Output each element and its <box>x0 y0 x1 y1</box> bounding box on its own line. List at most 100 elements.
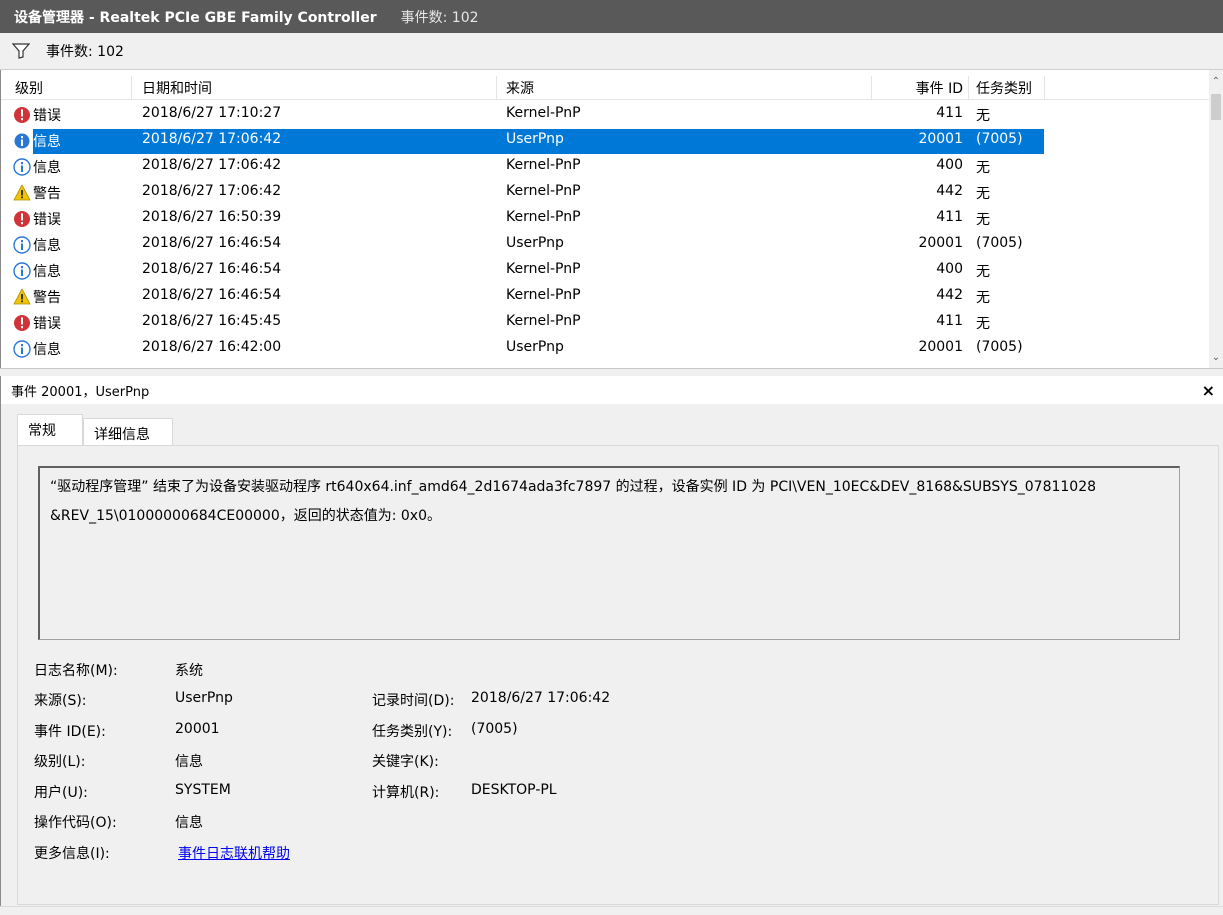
computer-label: 计算机(R): <box>372 785 440 801</box>
level-cell: 信息 <box>33 160 61 176</box>
description-line-2: &REV_15\01000000684CE00000，返回的状态值为: 0x0。 <box>50 508 442 524</box>
level-cell: 信息 <box>33 342 61 358</box>
info-icon <box>13 262 31 280</box>
column-header-task[interactable]: 任务类别 <box>976 78 1032 98</box>
task-category-label: 任务类别(Y): <box>372 724 453 740</box>
table-row[interactable]: 错误 2018/6/27 17:10:27 Kernel-PnP 411 无 <box>1 102 1210 128</box>
event-list[interactable]: 级别 日期和时间 来源 事件 ID 任务类别 错误 2018/6/27 17:10… <box>0 70 1223 368</box>
task-category-cell: 无 <box>976 264 990 280</box>
column-header-event-id[interactable]: 事件 ID <box>895 78 963 98</box>
table-row[interactable]: 信息 2018/6/27 16:46:54 UserPnp 20001 (7005) <box>1 232 1210 258</box>
user-label: 用户(U): <box>34 785 88 801</box>
source-cell: Kernel-PnP <box>506 313 581 329</box>
event-detail-header: 事件 20001，UserPnp × <box>0 376 1223 404</box>
scrollbar-thumb[interactable] <box>1211 94 1221 120</box>
column-divider[interactable] <box>968 76 969 100</box>
log-name-value[interactable]: 系统 <box>175 660 203 680</box>
error-icon <box>13 314 31 332</box>
event-id-cell: 411 <box>936 105 963 121</box>
datetime-cell: 2018/6/27 16:45:45 <box>142 313 282 329</box>
column-header-source[interactable]: 来源 <box>506 78 534 98</box>
event-id-cell: 20001 <box>918 235 963 251</box>
event-id-cell: 20001 <box>918 339 963 355</box>
task-category-value[interactable]: (7005) <box>471 721 518 737</box>
datetime-cell: 2018/6/27 17:06:42 <box>142 157 282 173</box>
column-divider[interactable] <box>871 76 872 100</box>
event-description[interactable]: “驱动程序管理” 结束了为设备安装驱动程序 rt640x64.inf_amd64… <box>38 466 1180 640</box>
table-row[interactable]: 信息 2018/6/27 17:06:42 Kernel-PnP 400 无 <box>1 154 1210 180</box>
description-line-1: “驱动程序管理” 结束了为设备安装驱动程序 rt640x64.inf_amd64… <box>50 479 1097 495</box>
online-help-link[interactable]: 事件日志联机帮助 <box>178 843 290 863</box>
datetime-cell: 2018/6/27 17:10:27 <box>142 105 282 121</box>
source-cell: Kernel-PnP <box>506 183 581 199</box>
info-icon <box>13 158 31 176</box>
event-id-cell: 442 <box>936 287 963 303</box>
info-icon <box>13 132 31 150</box>
warning-icon <box>13 184 31 202</box>
task-category-cell: 无 <box>976 186 990 202</box>
table-row[interactable]: 错误 2018/6/27 16:50:39 Kernel-PnP 411 无 <box>1 206 1210 232</box>
source-cell: UserPnp <box>506 339 564 355</box>
table-row[interactable]: 信息 2018/6/27 16:42:00 UserPnp 20001 (7005) <box>1 336 1210 362</box>
error-icon <box>13 106 31 124</box>
computer-value[interactable]: DESKTOP-PL <box>471 782 557 798</box>
column-divider[interactable] <box>131 76 132 100</box>
scroll-up-icon[interactable]: ⌃ <box>1209 74 1223 90</box>
table-row[interactable]: 警告 2018/6/27 17:06:42 Kernel-PnP 442 无 <box>1 180 1210 206</box>
info-icon <box>13 236 31 254</box>
info-icon <box>13 340 31 358</box>
tab-general[interactable]: 常规 <box>17 414 83 447</box>
table-row[interactable]: 错误 2018/6/27 16:45:45 Kernel-PnP 411 无 <box>1 310 1210 336</box>
task-category-cell: (7005) <box>976 131 1023 147</box>
pane-splitter[interactable] <box>0 368 1223 376</box>
logged-label: 记录时间(D): <box>372 693 455 709</box>
source-value[interactable]: UserPnp <box>175 690 233 706</box>
source-cell: Kernel-PnP <box>506 209 581 225</box>
datetime-cell: 2018/6/27 16:50:39 <box>142 209 282 225</box>
event-id-value[interactable]: 20001 <box>175 721 220 737</box>
close-icon[interactable]: × <box>1202 381 1215 400</box>
level-cell: 信息 <box>33 238 61 254</box>
table-row[interactable]: 信息 2018/6/27 16:46:54 Kernel-PnP 400 无 <box>1 258 1210 284</box>
status-strip <box>0 906 1223 915</box>
level-cell: 信息 <box>33 134 61 150</box>
level-value[interactable]: 信息 <box>175 751 203 771</box>
column-divider[interactable] <box>1044 76 1045 100</box>
window-title: 设备管理器 - Realtek PCIe GBE Family Controll… <box>14 9 377 26</box>
tab-details[interactable]: 详细信息 <box>83 418 173 446</box>
event-id-cell: 400 <box>936 261 963 277</box>
level-cell: 警告 <box>33 290 61 306</box>
list-scrollbar[interactable]: ⌃ ⌄ <box>1209 70 1223 368</box>
opcode-value[interactable]: 信息 <box>175 812 203 832</box>
general-tab-panel: “驱动程序管理” 结束了为设备安装驱动程序 rt640x64.inf_amd64… <box>17 445 1219 905</box>
filter-event-count: 事件数: 102 <box>46 44 124 60</box>
datetime-cell: 2018/6/27 16:46:54 <box>142 261 282 277</box>
event-id-label: 事件 ID(E): <box>34 724 106 740</box>
event-id-cell: 411 <box>936 209 963 225</box>
column-header-level[interactable]: 级别 <box>15 78 43 98</box>
level-cell: 错误 <box>33 108 61 124</box>
event-id-cell: 20001 <box>918 131 963 147</box>
error-icon <box>13 210 31 228</box>
opcode-label: 操作代码(O): <box>34 815 117 831</box>
level-cell: 警告 <box>33 186 61 202</box>
column-divider[interactable] <box>496 76 497 100</box>
level-cell: 信息 <box>33 264 61 280</box>
scroll-down-icon[interactable]: ⌄ <box>1209 350 1223 366</box>
filter-icon[interactable] <box>12 43 30 59</box>
user-value[interactable]: SYSTEM <box>175 782 231 798</box>
window-titlebar: 设备管理器 - Realtek PCIe GBE Family Controll… <box>0 0 1223 33</box>
logged-value[interactable]: 2018/6/27 17:06:42 <box>471 690 610 706</box>
event-id-cell: 411 <box>936 313 963 329</box>
log-name-label: 日志名称(M): <box>34 663 118 679</box>
column-header-datetime[interactable]: 日期和时间 <box>142 78 212 98</box>
list-header: 级别 日期和时间 来源 事件 ID 任务类别 <box>1 76 1210 100</box>
datetime-cell: 2018/6/27 16:46:54 <box>142 287 282 303</box>
title-event-count: 事件数: 102 <box>400 9 479 26</box>
level-cell: 错误 <box>33 316 61 332</box>
task-category-cell: 无 <box>976 316 990 332</box>
task-category-cell: (7005) <box>976 235 1023 251</box>
task-category-cell: 无 <box>976 212 990 228</box>
table-row[interactable]: 警告 2018/6/27 16:46:54 Kernel-PnP 442 无 <box>1 284 1210 310</box>
table-row[interactable]: 信息 2018/6/27 17:06:42 UserPnp 20001 (7005) <box>1 128 1210 154</box>
